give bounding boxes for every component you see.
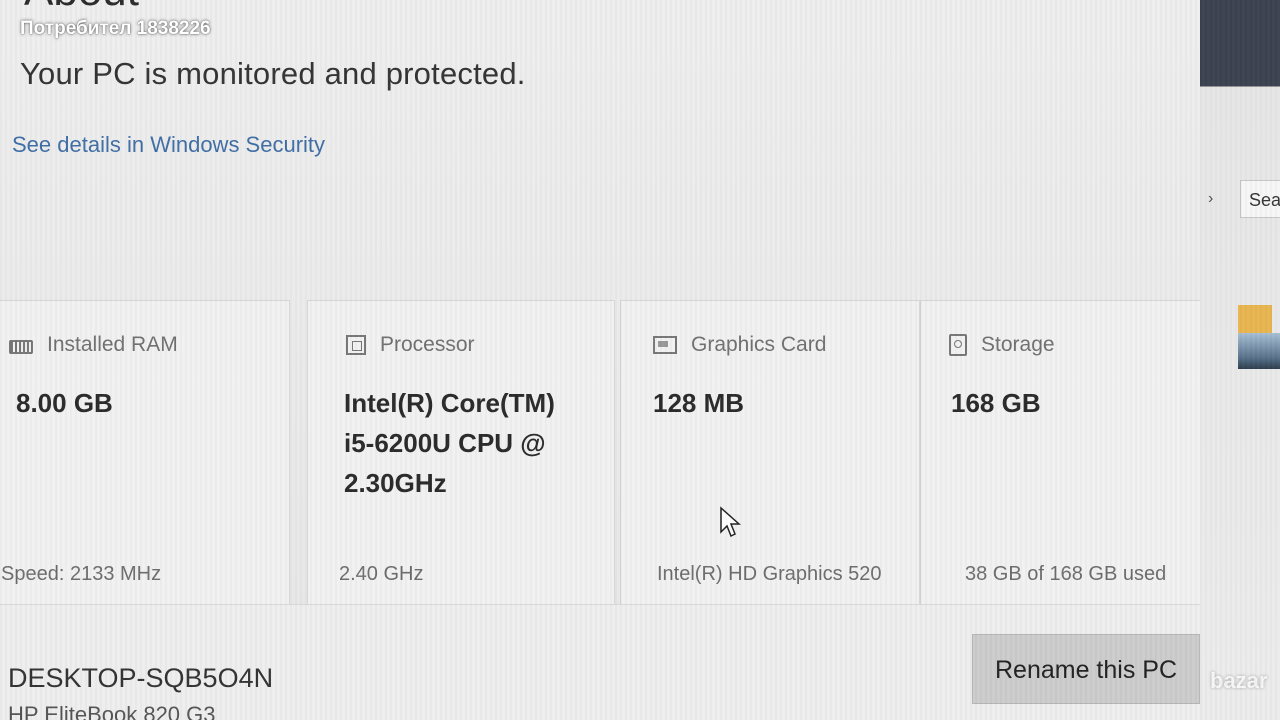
- rename-pc-button[interactable]: Rename this PC: [972, 634, 1200, 704]
- graphics-value: 128 MB: [653, 388, 745, 418]
- image-thumbnail: [1238, 333, 1280, 369]
- processor-label-row: Processor: [346, 333, 475, 357]
- graphics-adapter: Intel(R) HD Graphics 520: [657, 563, 882, 585]
- ram-label: Installed RAM: [47, 333, 178, 356]
- processor-value: Intel(R) Core(TM) i5-6200U CPU @ 2.30GHz: [344, 388, 555, 498]
- storage-usage: 38 GB of 168 GB used: [965, 563, 1167, 585]
- gpu-icon: [653, 336, 677, 354]
- settings-window: About Your PC is monitored and protected…: [0, 0, 1210, 720]
- search-input[interactable]: Sea: [1240, 180, 1280, 218]
- drive-icon: [949, 334, 967, 356]
- graphics-label-row: Graphics Card: [653, 333, 826, 357]
- chevron-right-icon: ›: [1208, 190, 1214, 207]
- storage-label: Storage: [981, 333, 1055, 356]
- mouse-pointer-icon: [720, 506, 741, 538]
- processor-card: Processor Intel(R) Core(TM) i5-6200U CPU…: [307, 300, 615, 605]
- processor-speed: 2.40 GHz: [339, 563, 424, 585]
- graphics-card: Graphics Card 128 MB Intel(R) HD Graphic…: [620, 300, 920, 605]
- storage-value: 168 GB: [951, 388, 1041, 418]
- device-model: HP EliteBook 820 G3: [8, 702, 216, 720]
- storage-card: Storage 168 GB 38 GB of 168 GB used: [920, 300, 1210, 605]
- page-title: About: [24, 0, 139, 16]
- ram-speed: Speed: 2133 MHz: [1, 563, 162, 585]
- windows-security-link[interactable]: See details in Windows Security: [12, 132, 325, 158]
- bazar-logo: bazar: [1210, 668, 1268, 693]
- cpu-icon: [346, 335, 366, 355]
- storage-label-row: Storage: [949, 333, 1055, 357]
- user-watermark: Потребител 1838226: [20, 18, 211, 39]
- folder-thumbnail: [1238, 305, 1272, 333]
- processor-label: Processor: [380, 333, 475, 356]
- device-name: DESKTOP-SQB5O4N: [8, 663, 274, 693]
- ram-card: Installed RAM 8.00 GB Speed: 2133 MHz: [0, 300, 290, 605]
- security-status-text: Your PC is monitored and protected.: [20, 56, 526, 91]
- ram-icon: [9, 340, 33, 354]
- ram-value: 8.00 GB: [16, 388, 113, 418]
- ram-label-row: Installed RAM: [9, 333, 178, 357]
- graphics-label: Graphics Card: [691, 333, 827, 356]
- background-window: › Sea: [1200, 0, 1280, 720]
